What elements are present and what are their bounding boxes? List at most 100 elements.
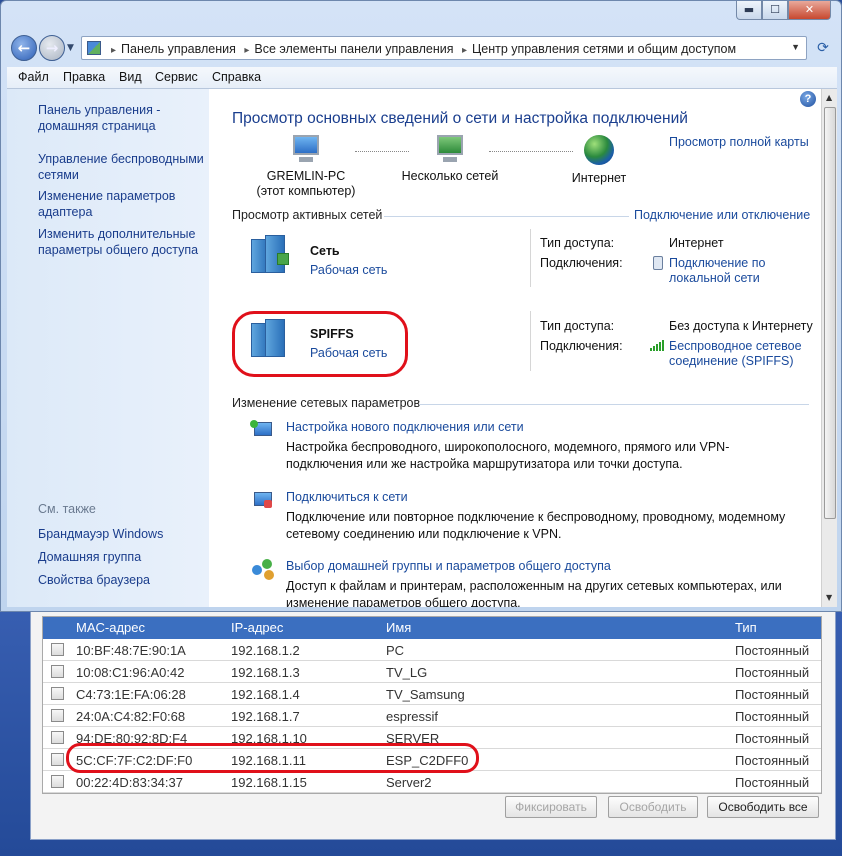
refresh-icon[interactable]: ⟳ [813,38,833,58]
new-connection-link[interactable]: Настройка нового подключения или сети [286,420,524,434]
scroll-up-icon[interactable]: ▲ [826,93,832,102]
table-row[interactable]: 00:22:4D:83:34:37 192.168.1.15 Server2 П… [43,771,821,793]
release-button[interactable]: Освободить [608,796,698,818]
full-map-link[interactable]: Просмотр полной карты [669,135,809,149]
type-cell: Постоянный [735,643,810,658]
address-bar[interactable]: ▸ Панель управления ▸ Все элементы панели … [81,36,807,60]
section-divider [384,216,629,217]
active-networks-heading: Просмотр активных сетей [232,208,383,222]
divider [530,311,531,371]
homegroup-link[interactable]: Выбор домашней группы и параметров общег… [286,559,611,573]
address-chevron-down-icon[interactable]: ▼ [791,42,800,52]
control-panel-icon [87,41,101,55]
table-row[interactable]: C4:73:1E:FA:06:28 192.168.1.4 TV_Samsung… [43,683,821,705]
row-checkbox[interactable] [51,709,64,722]
row-checkbox[interactable] [51,643,64,656]
breadcrumb-separator[interactable]: ▸ [244,45,249,56]
menu-file[interactable]: Файл [18,70,49,84]
sidebar-item-homegroup[interactable]: Домашняя группа [38,549,208,565]
computer-icon [289,135,323,163]
map-networks-node[interactable]: Несколько сетей [395,135,505,184]
col-mac-header[interactable]: MAC-адрес [76,620,145,635]
col-ip-header[interactable]: IP-адрес [231,620,283,635]
network-name: Сеть [310,244,340,258]
navigation-bar: ← → ▼ ▸ Панель управления ▸ Все элементы п… [9,33,835,63]
col-type-header[interactable]: Тип [735,620,757,635]
sidebar-item-browser-props[interactable]: Свойства браузера [38,572,208,588]
wifi-signal-icon [650,339,664,353]
main-pane: ? Просмотр основных сведений о сети и на… [209,89,821,607]
sidebar-item-adapter[interactable]: Изменение параметров адаптера [38,188,208,220]
connect-network-icon [250,490,276,512]
network-building-icon [251,319,289,359]
row-checkbox[interactable] [51,753,64,766]
network-type-link[interactable]: Рабочая сеть [310,346,387,360]
connect-disconnect-link[interactable]: Подключение или отключение [634,208,810,222]
breadcrumb-network-center[interactable]: Центр управления сетями и общим доступом [472,42,736,56]
menu-edit[interactable]: Правка [63,70,105,84]
multiple-networks-icon [433,135,467,163]
table-row[interactable]: 10:08:C1:96:A0:42 192.168.1.3 TV_LG Пост… [43,661,821,683]
lan-connection-link[interactable]: Подключение по локальной сети [669,256,819,286]
menu-view[interactable]: Вид [119,70,142,84]
release-all-button[interactable]: Освободить все [707,796,819,818]
name-cell: TV_LG [386,665,428,680]
menu-bar: Файл Правка Вид Сервис Справка [7,67,837,89]
col-name-header[interactable]: Имя [386,620,411,635]
back-button[interactable]: ← [11,35,37,61]
name-cell: espressif [386,709,439,724]
ip-cell: 192.168.1.3 [231,665,300,680]
caption-buttons: ▬ ☐ ✕ [736,1,831,21]
network-type-link[interactable]: Рабочая сеть [310,263,387,277]
row-checkbox[interactable] [51,665,64,678]
wireless-connection-link[interactable]: Беспроводное сетевое соединение (SPIFFS) [669,339,819,369]
map-computer-node[interactable]: GREMLIN-PC (этот компьютер) [251,135,361,199]
scroll-down-icon[interactable]: ▼ [826,593,832,602]
menu-help[interactable]: Справка [212,70,261,84]
breadcrumb-control-panel[interactable]: Панель управления [121,42,236,56]
maximize-button[interactable]: ☐ [762,1,788,20]
fix-button[interactable]: Фиксировать [505,796,597,818]
computer-sub: (этот компьютер) [256,184,356,198]
sidebar-item-home[interactable]: Панель управления - домашняя страница [38,102,208,134]
change-settings-heading: Изменение сетевых параметров [232,396,421,410]
minimize-button[interactable]: ▬ [736,1,762,20]
sidebar-item-sharing[interactable]: Изменить дополнительные параметры общего… [38,226,208,258]
breadcrumb-separator[interactable]: ▸ [462,45,467,56]
table-row[interactable]: 24:0A:C4:82:F0:68 192.168.1.7 espressif … [43,705,821,727]
access-type-value: Интернет [669,236,724,250]
new-connection-desc: Настройка беспроводного, широкополосного… [286,440,730,471]
ip-cell: 192.168.1.2 [231,643,300,658]
ip-cell: 192.168.1.15 [231,775,307,790]
menu-tools[interactable]: Сервис [155,70,198,84]
vertical-scrollbar[interactable]: ▲ ▼ [821,89,837,607]
sidebar-item-wireless[interactable]: Управление беспроводными сетями [38,151,208,183]
globe-icon [584,135,614,165]
table-row[interactable]: 10:BF:48:7E:90:1A 192.168.1.2 PC Постоян… [43,639,821,661]
breadcrumb-separator[interactable]: ▸ [111,45,116,56]
mac-cell: 00:22:4D:83:34:37 [76,775,183,790]
highlight-oval [66,743,479,773]
row-checkbox[interactable] [51,687,64,700]
recent-pages-chevron-icon[interactable]: ▼ [67,43,74,53]
breadcrumb: ▸ Панель управления ▸ Все элементы панели … [106,42,736,56]
type-cell: Постоянный [735,753,810,768]
forward-button[interactable]: → [39,35,65,61]
connect-network-link[interactable]: Подключиться к сети [286,490,408,504]
row-checkbox[interactable] [51,731,64,744]
see-also-heading: См. также [38,502,96,516]
help-icon[interactable]: ? [800,91,816,107]
map-internet-node[interactable]: Интернет [559,135,639,186]
page-title: Просмотр основных сведений о сети и наст… [232,110,688,127]
connections-label: Подключения: [540,339,623,353]
close-button[interactable]: ✕ [788,1,831,20]
ip-cell: 192.168.1.7 [231,709,300,724]
breadcrumb-all-items[interactable]: Все элементы панели управления [254,42,453,56]
mac-cell: 10:08:C1:96:A0:42 [76,665,185,680]
sidebar-item-firewall[interactable]: Брандмауэр Windows [38,526,208,542]
row-checkbox[interactable] [51,775,64,788]
name-cell: TV_Samsung [386,687,465,702]
scroll-thumb[interactable] [824,107,836,519]
mac-cell: C4:73:1E:FA:06:28 [76,687,186,702]
mac-cell: 24:0A:C4:82:F0:68 [76,709,186,724]
